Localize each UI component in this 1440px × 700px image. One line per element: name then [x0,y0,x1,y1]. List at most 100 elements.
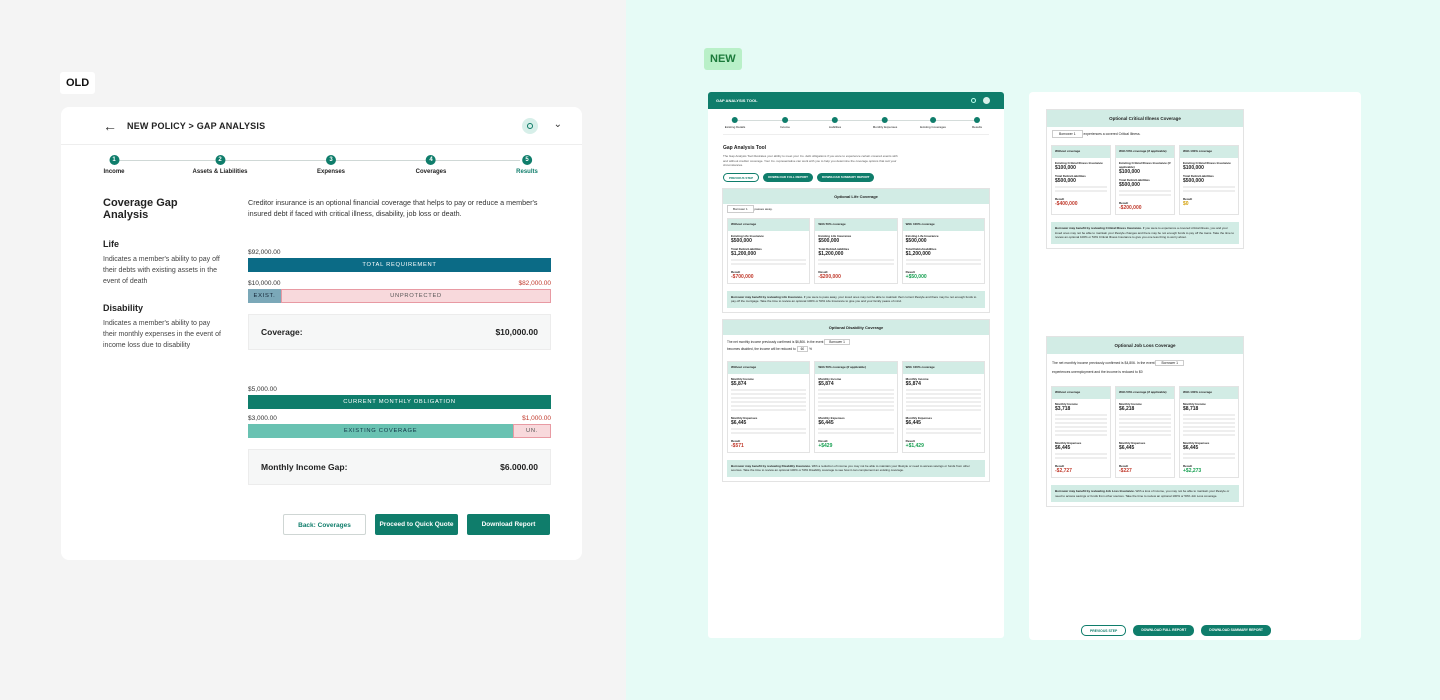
disability-coverage-section: Optional Disability Coverage The net mon… [722,318,990,482]
previous-step-button-2[interactable]: PREVIOUS STEP [1081,625,1127,636]
income-gap-value: $6.000.00 [500,462,538,472]
dis-col-without: Without coverage Monthly Income $5,874 M… [727,360,811,453]
new-title: Gap Analysis Tool [723,145,767,151]
step-assets[interactable]: 2 Assets & Liabilities [192,155,248,175]
download-summary-report-button[interactable]: DOWNLOAD SUMMARY REPORT [816,172,875,182]
job-section-title: Optional Job Loss Coverage [1047,337,1243,354]
unprotected-segment: UNPROTECTED [281,289,551,303]
nstep-1[interactable]: Income [780,117,790,129]
download-summary-report-button-2[interactable]: DOWNLOAD SUMMARY REPORT [1201,625,1271,636]
nstep-4[interactable]: Existing Coverages [920,117,946,129]
proceed-quick-quote-button[interactable]: Proceed to Quick Quote [375,514,458,535]
page-title: NEW POLICY > GAP ANALYSIS [127,120,266,131]
help-icon[interactable] [971,98,976,103]
disability-split-bar: EXISTING COVERAGE UN. [248,424,551,438]
old-action-buttons: Back: Coverages Proceed to Quick Quote D… [283,514,550,535]
download-full-report-button-2[interactable]: DOWNLOAD FULL REPORT [1133,625,1195,636]
life-coverage-section: Optional Life Coverage Borrower 1 passes… [722,187,990,313]
disability-borrower-select[interactable]: Borrower 1 [824,338,850,345]
step-income[interactable]: 1 Income [103,155,125,175]
dis-col-100: With 100% coverage Monthly Income $5,874… [901,360,985,453]
income-gap-summary: Monthly Income Gap: $6.000.00 [248,449,551,485]
critical-illness-section: Optional Critical Illness Coverage Borro… [1046,109,1244,249]
back-arrow-icon[interactable]: ← [103,118,117,134]
disability-title: Disability [103,303,144,313]
monthly-obligation-bar: CURRENT MONTHLY OBLIGATION [248,395,551,409]
coverage-label: Coverage: [261,327,303,337]
download-full-report-button[interactable]: DOWNLOAD FULL REPORT [763,172,813,182]
job-col-without: Without coverage Monthly Income $3,718 M… [1051,386,1111,478]
existing-coverage-segment: EXISTING COVERAGE [248,424,514,438]
step-results[interactable]: 5 Results [516,155,538,175]
ci-borrower-select[interactable]: Borrower 1 [1052,130,1083,138]
job-col-100: With 100% coverage Monthly Income $8,718… [1179,386,1239,478]
step-expenses[interactable]: 3 Expenses [317,155,345,175]
stepper: 1 Income 2 Assets & Liabilities 3 Expenses … [103,155,540,191]
income-gap-label: Monthly Income Gap: [261,462,348,472]
disability-note: Borrower may benefit by reviewing Disabi… [727,459,985,477]
life-col-50: With 50% coverage Existing Life Insuranc… [814,217,898,284]
nstep-3[interactable]: Monthly Expenses [873,117,897,129]
life-section-title: Optional Life Coverage [723,188,989,204]
avatar[interactable] [983,97,990,104]
existing-segment: EXIST. [248,289,282,303]
ci-section-title: Optional Critical Illness Coverage [1047,110,1243,127]
life-chart: $92,000.00 TOTAL REQUIREMENT $10,000.00 … [248,249,551,350]
new-subtitle: The Gap Analysis Tool illustrates your a… [723,154,898,167]
tool-title: GAP ANALYSIS TOOL [716,98,758,103]
existing-amount: $10,000.00 [248,280,281,287]
job-borrower-select[interactable]: Borrower 1 [1155,360,1185,366]
disability-chart: $5,000.00 CURRENT MONTHLY OBLIGATION $3,… [248,386,551,485]
avatar[interactable] [522,118,538,134]
old-left-column: Coverage Gap Analysis Life Indicates a m… [103,197,223,367]
ci-col-100: With 100% coverage Existing Critical Ill… [1179,145,1239,215]
passes-text: passes away. [754,206,773,211]
step-coverages[interactable]: 4 Coverages [416,155,446,175]
life-title: Life [103,239,120,249]
old-tag: OLD [60,72,96,94]
old-header: ← NEW POLICY > GAP ANALYSIS ⌄ [61,107,582,145]
user-icon [527,123,533,129]
total-amount: $92,000.00 [248,249,281,256]
old-right-column: Creditor insurance is an optional financ… [248,197,551,485]
life-description: Indicates a member's ability to pay off … [103,256,220,285]
nstep-0[interactable]: Existing Details [725,117,745,129]
ci-note: Borrower may benefit by reviewing Critic… [1051,222,1239,244]
disability-description: Indicates a member's ability to pay thei… [103,320,221,349]
new-tag: NEW [704,48,742,70]
section-heading: Coverage Gap Analysis [103,197,178,221]
percent-input[interactable]: 60 [796,345,809,352]
new2-bottom-buttons: PREVIOUS STEP DOWNLOAD FULL REPORT DOWNL… [1081,625,1271,636]
life-col-100: With 100% coverage Existing Life Insuran… [901,217,985,284]
new-header: GAP ANALYSIS TOOL [708,92,1004,109]
job-col-50: With 50% coverage (if applicable) Monthl… [1115,386,1175,478]
coverage-summary: Coverage: $10,000.00 [248,314,551,350]
old-gap-analysis-card: ← NEW POLICY > GAP ANALYSIS ⌄ 1 Income 2A… [61,107,582,560]
new-stepper: Existing Details Income Liabilities Mont… [723,117,989,135]
job-loss-section: Optional Job Loss Coverage The net month… [1046,336,1244,507]
dis-col-50: With 50% coverage (if applicable) Monthl… [814,360,898,453]
intro-text: Creditor insurance is an optional financ… [248,198,538,218]
unprotected-amount: $82,000.00 [518,280,551,287]
nstep-5[interactable]: Results [972,117,982,129]
life-note: Borrower may benefit by reviewing Life I… [727,290,985,308]
download-report-button[interactable]: Download Report [467,514,550,535]
new-top-buttons: PREVIOUS STEP DOWNLOAD FULL REPORT DOWNL… [723,172,989,182]
life-split-bar: EXIST. UNPROTECTED [248,289,551,303]
job-note: Borrower may benefit by reviewing Job Lo… [1051,485,1239,502]
new-coverage-panel-2: Optional Critical Illness Coverage Borro… [1029,92,1361,640]
back-coverages-button[interactable]: Back: Coverages [283,514,366,535]
disability-section-title: Optional Disability Coverage [723,319,989,335]
total-requirement-bar: TOTAL REQUIREMENT [248,258,551,272]
chevron-down-icon[interactable]: ⌄ [554,119,562,130]
life-col-without: Without coverage Existing Life Insurance… [727,217,811,284]
nstep-2[interactable]: Liabilities [829,117,841,129]
uncovered-segment: UN. [513,424,551,438]
coverage-value: $10,000.00 [495,327,538,337]
ci-col-without: Without coverage Existing Critical Illne… [1051,145,1111,215]
uncovered-amount: $1,000.00 [522,415,551,422]
previous-step-button[interactable]: PREVIOUS STEP [723,172,760,182]
existing-coverage-amount: $3,000.00 [248,415,277,422]
borrower-select[interactable]: Borrower 1 [727,204,754,213]
obligation-amount: $5,000.00 [248,386,277,393]
